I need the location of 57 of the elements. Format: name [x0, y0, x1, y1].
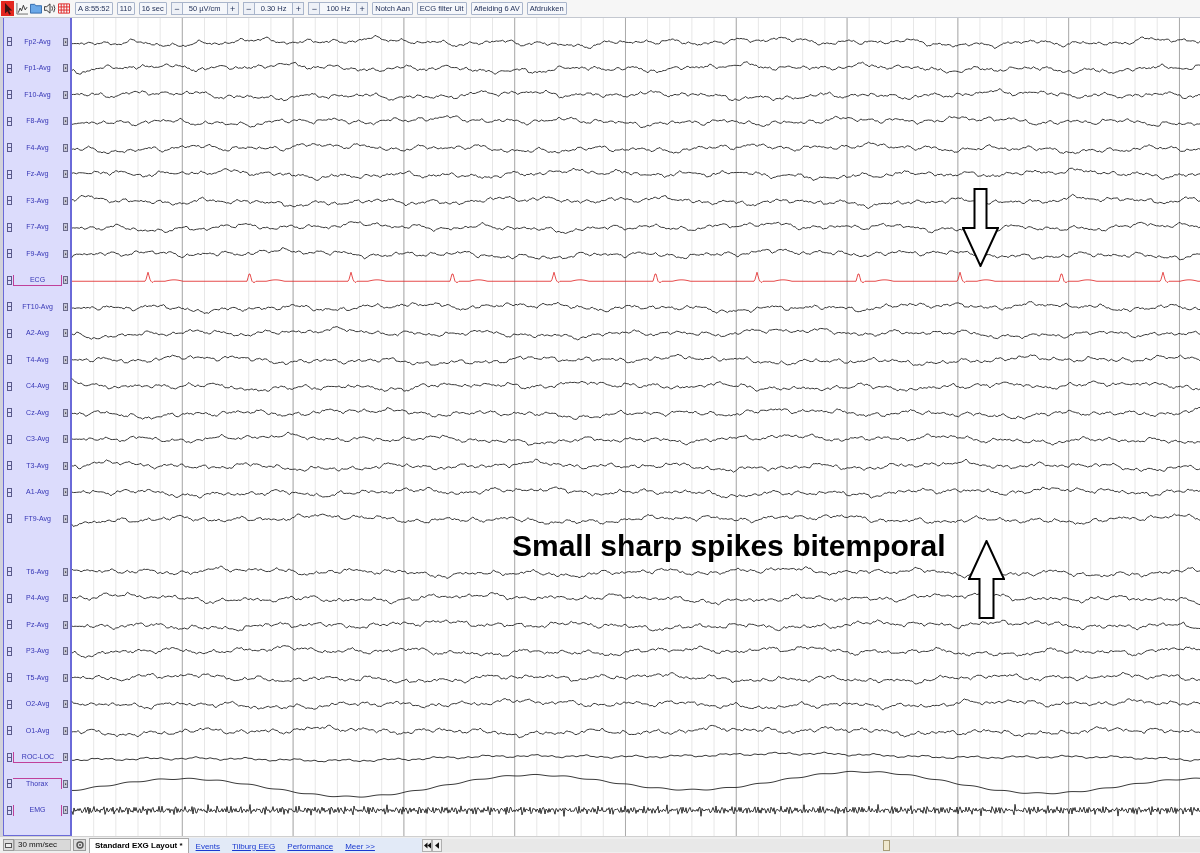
speaker-icon[interactable] — [44, 2, 56, 15]
tab[interactable]: Meer >> — [340, 840, 380, 853]
split-box-icon[interactable] — [7, 328, 12, 338]
split-box-icon[interactable] — [7, 779, 12, 789]
split-box-icon[interactable] — [7, 302, 12, 312]
decrease-button[interactable]: − — [309, 3, 321, 14]
split-box-icon[interactable] — [7, 646, 12, 656]
scrollbar-thumb[interactable] — [883, 839, 890, 851]
split-box-icon[interactable] — [7, 805, 12, 815]
split-box-icon[interactable] — [7, 434, 12, 444]
left-triangle-icon — [435, 841, 439, 849]
split-box-icon[interactable] — [7, 116, 12, 126]
split-box-icon[interactable] — [7, 90, 12, 100]
folder-icon[interactable] — [30, 2, 42, 15]
speed-field[interactable]: 30 mm/sec — [14, 839, 71, 851]
decrease-button[interactable]: − — [243, 3, 255, 14]
split-box-icon[interactable] — [7, 355, 12, 365]
split-box-icon[interactable] — [7, 620, 12, 630]
increase-button[interactable]: + — [356, 3, 368, 14]
split-box-icon[interactable] — [7, 381, 12, 391]
split-box-icon[interactable] — [7, 726, 12, 736]
split-box-icon[interactable] — [7, 222, 12, 232]
split-box-icon[interactable] — [7, 143, 12, 153]
split-box-icon[interactable] — [7, 752, 12, 762]
increase-button[interactable]: + — [292, 3, 304, 14]
tab[interactable]: Tilburg EEG — [227, 840, 281, 853]
tab[interactable]: Events — [190, 840, 226, 853]
gear-icon — [75, 841, 84, 849]
split-box-icon[interactable] — [7, 275, 12, 285]
split-box-icon[interactable] — [7, 567, 12, 577]
bar-icon — [5, 842, 12, 848]
rewind-icon — [423, 841, 431, 849]
collapse-button[interactable] — [3, 839, 14, 851]
split-box-icon[interactable] — [7, 487, 12, 497]
split-box-icon[interactable] — [7, 699, 12, 709]
split-box-icon[interactable] — [7, 63, 12, 73]
split-box-icon[interactable] — [7, 408, 12, 418]
split-box-icon[interactable] — [7, 514, 12, 524]
split-box-icon[interactable] — [7, 196, 12, 206]
annotation-text: Small sharp spikes bitemporal — [512, 529, 946, 562]
grid-icon[interactable] — [58, 2, 70, 15]
chart-icon[interactable] — [16, 2, 28, 15]
increase-button[interactable]: + — [226, 3, 238, 14]
decrease-button[interactable]: − — [171, 3, 183, 14]
split-box-icon[interactable] — [7, 37, 12, 47]
split-box-icon[interactable] — [7, 249, 12, 259]
tab[interactable]: Performance — [282, 840, 339, 853]
first-button[interactable] — [422, 838, 432, 852]
split-box-icon[interactable] — [7, 593, 12, 603]
split-box-icon[interactable] — [7, 461, 12, 471]
pointer-icon[interactable] — [1, 1, 14, 16]
split-box-icon[interactable] — [7, 169, 12, 179]
tab[interactable]: Standard EXG Layout * — [89, 837, 189, 853]
down-arrow-icon — [962, 188, 999, 267]
up-arrow-icon — [968, 540, 1005, 619]
split-box-icon[interactable] — [7, 673, 12, 683]
settings-button[interactable] — [73, 839, 86, 851]
